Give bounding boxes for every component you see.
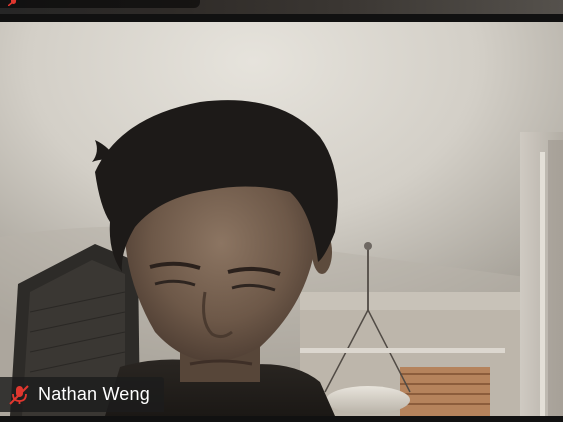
video-feed [0,22,563,416]
tile-divider [0,416,563,422]
participant-name-tag: Nathan Weng [0,377,164,412]
microphone-muted-icon [9,384,29,405]
microphone-muted-icon [8,0,17,6]
gallery-view: Nathan Weng [0,0,563,422]
participant-name: Nathan Weng [38,384,150,404]
participant-tile[interactable] [0,0,563,14]
participant-name-tag [0,0,200,8]
participant-video-tile[interactable]: Nathan Weng [0,22,563,416]
tile-divider [0,14,563,22]
